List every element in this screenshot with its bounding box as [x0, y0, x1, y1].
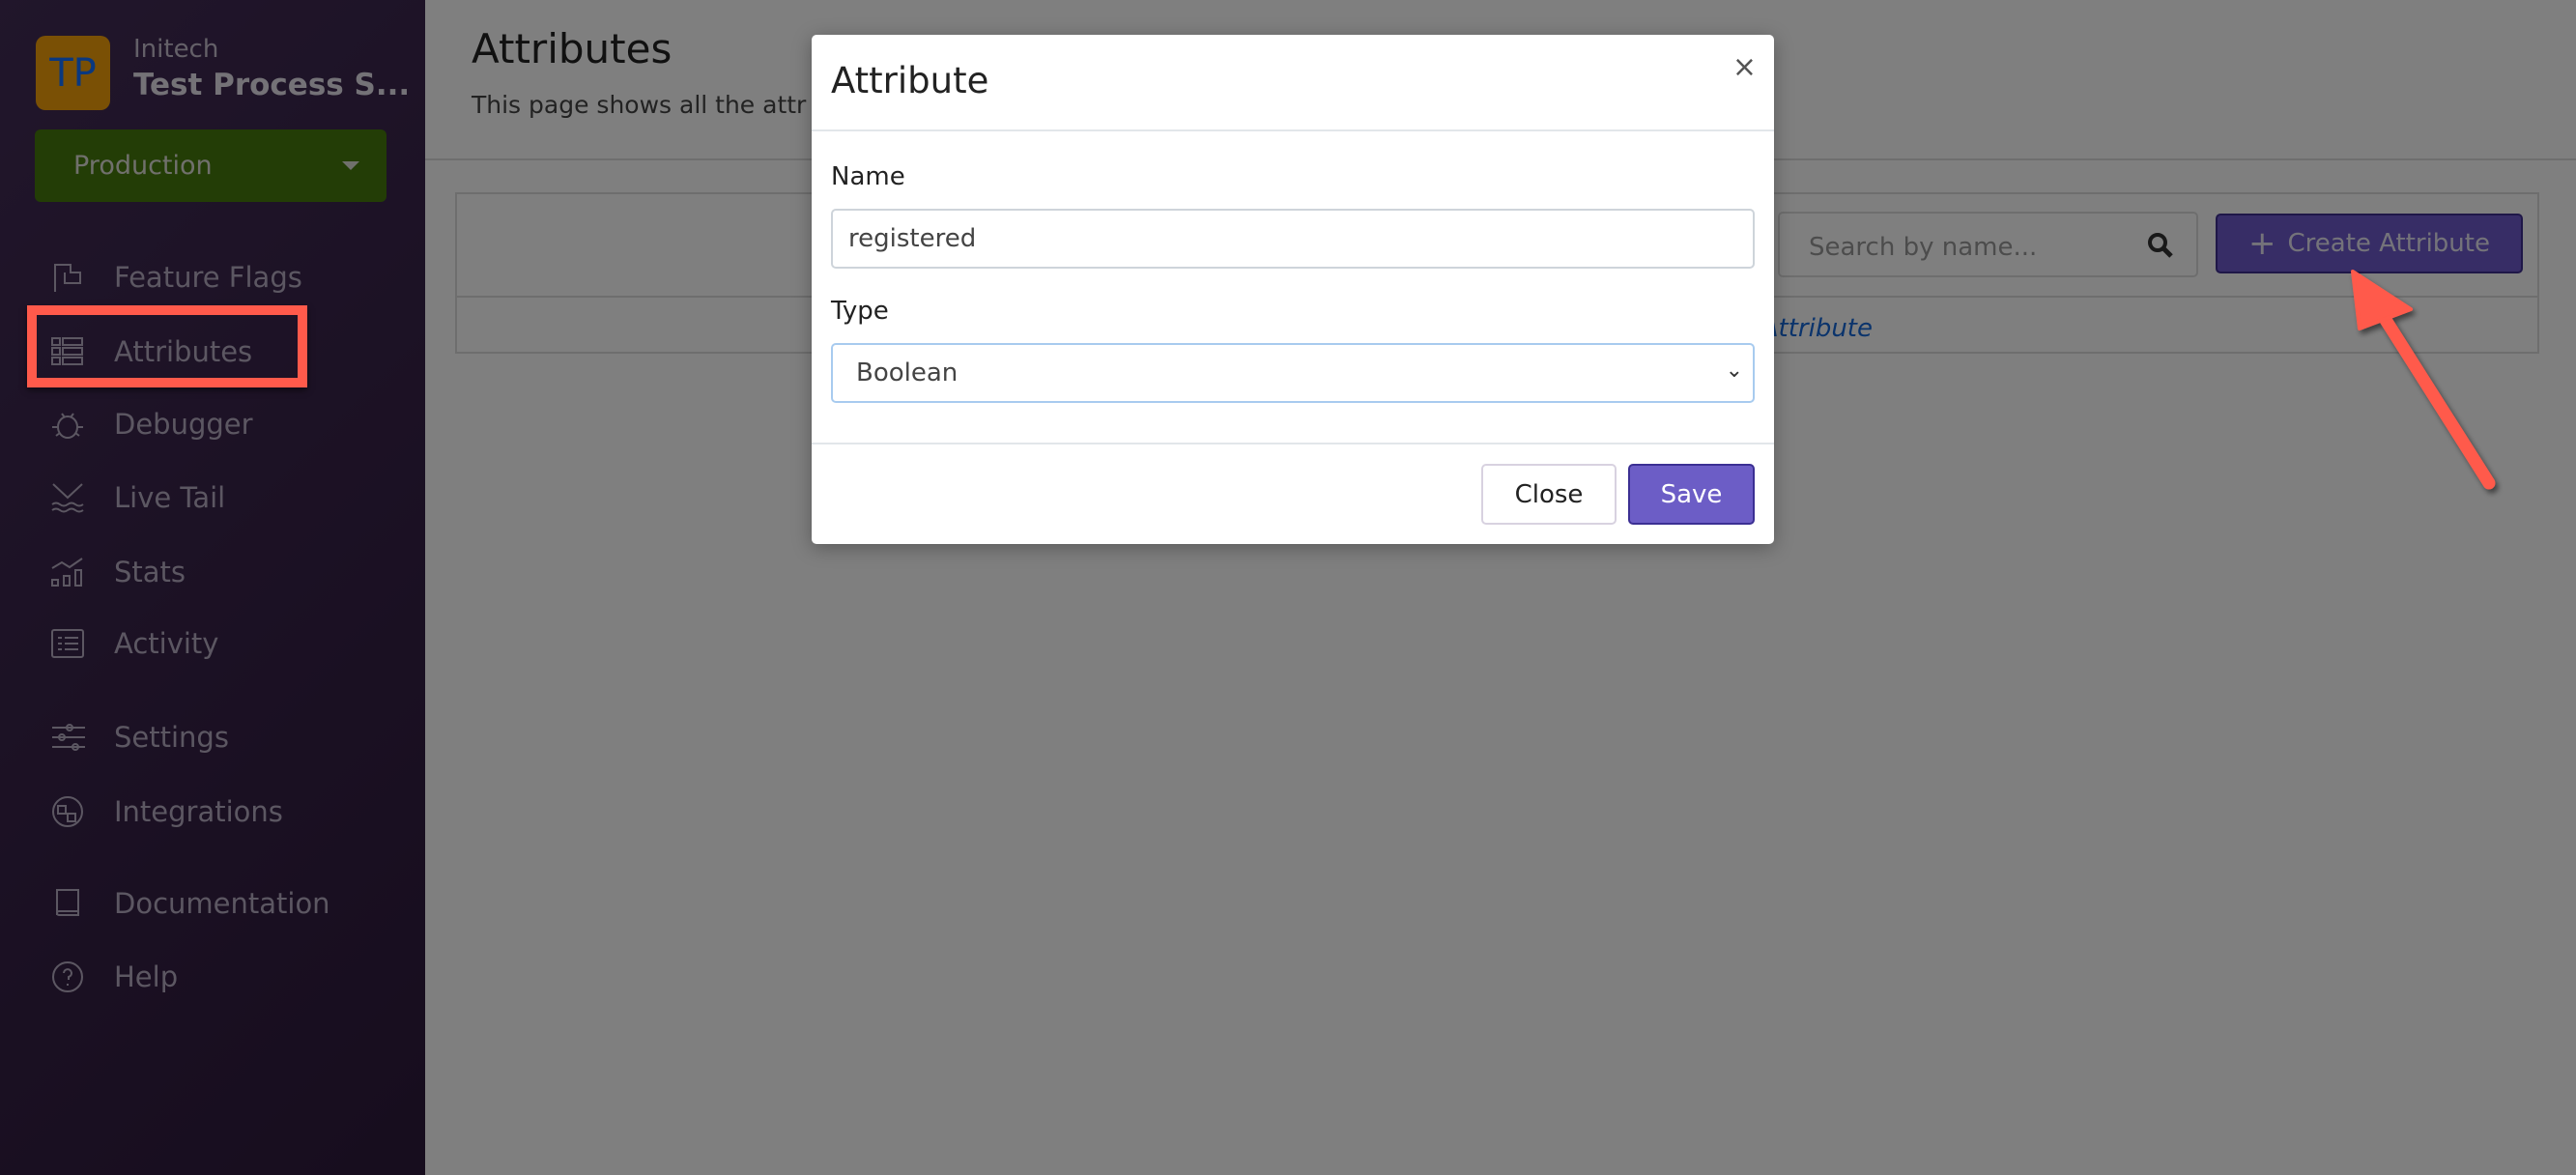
name-input[interactable]: registered — [831, 209, 1755, 269]
type-select[interactable]: Boolean ⌄ — [831, 343, 1755, 403]
close-button[interactable]: Close — [1481, 464, 1617, 525]
type-label: Type — [831, 297, 889, 326]
save-button[interactable]: Save — [1628, 464, 1755, 525]
modal-footer-divider — [812, 443, 1774, 444]
close-icon[interactable]: × — [1732, 50, 1757, 84]
annotation-highlight-box — [27, 305, 307, 387]
name-label: Name — [831, 162, 905, 191]
chevron-down-icon: ⌄ — [1725, 358, 1743, 383]
type-value: Boolean — [856, 358, 959, 387]
name-value: registered — [848, 224, 977, 253]
modal-title: Attribute — [831, 60, 989, 101]
attribute-modal: Attribute × Name registered Type Boolean… — [812, 35, 1774, 544]
modal-header: Attribute × — [812, 35, 1774, 131]
